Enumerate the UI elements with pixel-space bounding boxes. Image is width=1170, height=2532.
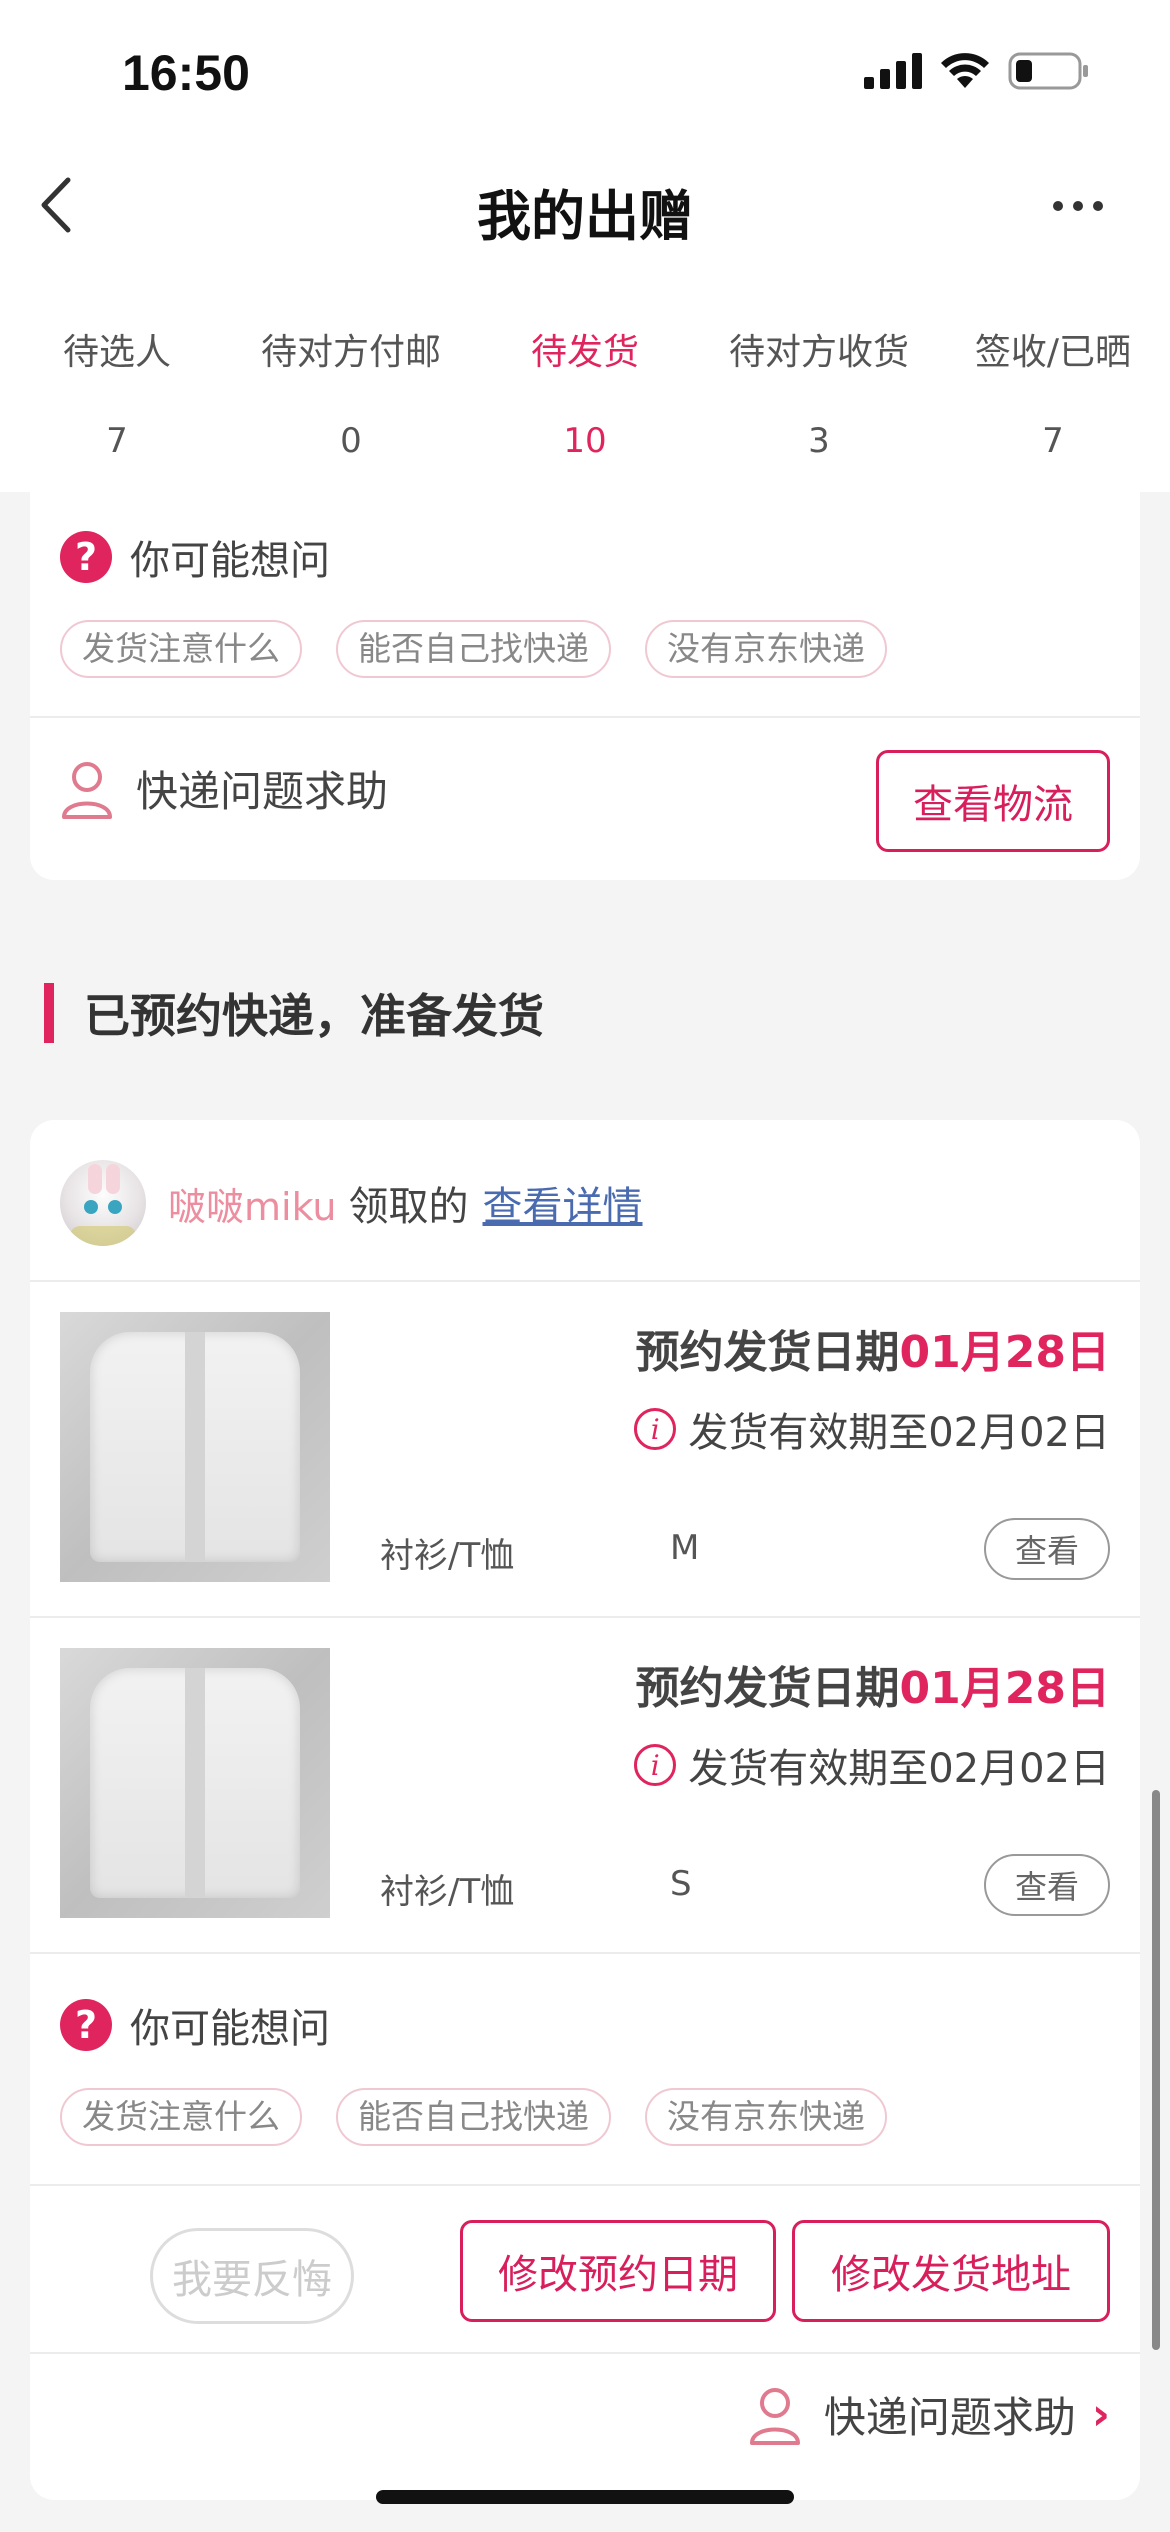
courier-help-label: 快递问题求助 [823, 2393, 1076, 2442]
faq-header: ? 你可能想问 [60, 528, 330, 586]
item-category: 衬衫/T恤 [380, 1872, 515, 1912]
ship-date: 预约发货日期01月28日 [636, 1652, 1110, 1716]
status-tabs: 待选人 7 待对方付邮 0 待发货 10 待对方收货 3 签收/已晒 7 [0, 318, 1170, 464]
change-date-button[interactable]: 修改预约日期 [460, 2220, 776, 2322]
tab-count: 7 [106, 421, 128, 461]
regret-button[interactable]: 我要反悔 [150, 2228, 354, 2324]
tab-received[interactable]: 签收/已晒 7 [936, 318, 1170, 464]
faq-title: 你可能想问 [130, 2006, 330, 2052]
scrollbar[interactable] [1152, 1790, 1160, 2350]
divider [30, 2184, 1140, 2186]
faq-header: ? 你可能想问 [60, 1996, 330, 2054]
tab-count: 7 [1042, 421, 1064, 461]
courier-help[interactable]: 快递问题求助 [60, 758, 388, 819]
faq-title: 你可能想问 [130, 538, 330, 584]
received-label: 领取的 [348, 1184, 469, 1230]
item-photo[interactable] [60, 1648, 330, 1918]
item-category: 衬衫/T恤 [380, 1536, 515, 1576]
ship-validity: i 发货有效期至02月02日 [634, 1400, 1110, 1458]
info-icon: i [634, 1408, 677, 1450]
ship-date-value: 01月28日 [899, 1327, 1110, 1378]
header: 16:50 我的出赠 待选人 7 待对方付邮 0 待发货 10 待对方收货 3 … [0, 0, 1170, 492]
item-size: S [670, 1864, 692, 1904]
info-icon: i [634, 1744, 677, 1786]
order-card: 啵啵miku 领取的 查看详情 预约发货日期01月28日 i 发货有效期至02月… [30, 1120, 1140, 2500]
courier-help-label: 快递问题求助 [136, 767, 389, 816]
view-details-link[interactable]: 查看详情 [483, 1174, 643, 1232]
tab-pending-receive[interactable]: 待对方收货 3 [702, 318, 936, 464]
question-icon: ? [60, 531, 112, 583]
ship-date-label: 预约发货日期 [635, 1327, 900, 1378]
faq-chip[interactable]: 能否自己找快递 [336, 2088, 611, 2146]
receiver-name[interactable]: 啵啵miku [168, 1176, 337, 1231]
tab-label: 签收/已晒 [974, 332, 1132, 373]
tab-count: 0 [340, 421, 362, 461]
giver-row: 啵啵miku 领取的 查看详情 [60, 1160, 643, 1246]
person-icon [749, 2387, 800, 2445]
tab-label: 待选人 [62, 332, 171, 373]
tab-pending-select[interactable]: 待选人 7 [0, 318, 234, 464]
tab-count: 3 [808, 421, 830, 461]
tab-count: 10 [563, 421, 607, 461]
item-size: M [670, 1528, 700, 1568]
section-header: 已预约快递，准备发货 [44, 980, 544, 1046]
avatar[interactable] [60, 1160, 146, 1246]
divider [30, 1952, 1140, 1954]
tab-pending-ship[interactable]: 待发货 10 [468, 318, 702, 464]
ship-validity: i 发货有效期至02月02日 [634, 1736, 1110, 1794]
faq-chip[interactable]: 发货注意什么 [60, 2088, 302, 2146]
divider [30, 716, 1140, 718]
section-accent-bar [44, 983, 54, 1043]
change-address-button[interactable]: 修改发货地址 [792, 2220, 1110, 2322]
section-title: 已预约快递，准备发货 [84, 989, 544, 1043]
list-item: 预约发货日期01月28日 i 发货有效期至02月02日 衬衫/T恤 M 查看 [30, 1282, 1140, 1616]
faq-chip[interactable]: 发货注意什么 [60, 620, 302, 678]
faq-chip[interactable]: 没有京东快递 [645, 2088, 887, 2146]
list-item: 预约发货日期01月28日 i 发货有效期至02月02日 衬衫/T恤 S 查看 [30, 1618, 1140, 1952]
view-item-button[interactable]: 查看 [984, 1854, 1110, 1916]
ship-date-label: 预约发货日期 [635, 1663, 900, 1714]
courier-help[interactable]: 快递问题求助 › [748, 2384, 1110, 2445]
divider [30, 2352, 1140, 2354]
tab-label: 待对方收货 [728, 332, 909, 373]
battery-icon [1008, 52, 1088, 90]
faq-chips: 发货注意什么 能否自己找快递 没有京东快递 [60, 620, 887, 678]
view-item-button[interactable]: 查看 [984, 1518, 1110, 1580]
faq-chip[interactable]: 没有京东快递 [645, 620, 887, 678]
tab-label: 待对方付邮 [260, 332, 441, 373]
person-icon [62, 761, 112, 819]
ship-date-value: 01月28日 [899, 1663, 1110, 1714]
item-photo[interactable] [60, 1312, 330, 1582]
wifi-icon [941, 53, 989, 88]
status-icons [864, 52, 1090, 90]
chevron-right-icon: › [1091, 2389, 1110, 2440]
signal-icon [864, 53, 922, 89]
page-title: 我的出赠 [477, 185, 693, 248]
home-indicator[interactable] [376, 2490, 794, 2504]
more-icon[interactable] [1052, 198, 1104, 214]
status-time: 16:50 [122, 45, 250, 101]
tab-pending-postage[interactable]: 待对方付邮 0 [234, 318, 468, 464]
question-icon: ? [60, 1999, 112, 2051]
view-logistics-button[interactable]: 查看物流 [876, 750, 1110, 852]
faq-chip[interactable]: 能否自己找快递 [336, 620, 611, 678]
order-card-previous: ? 你可能想问 发货注意什么 能否自己找快递 没有京东快递 快递问题求助 查看物… [30, 470, 1140, 880]
tab-label: 待发货 [530, 332, 639, 373]
ship-validity-text: 发货有效期至02月02日 [688, 1410, 1110, 1456]
ship-date: 预约发货日期01月28日 [636, 1316, 1110, 1380]
faq-chips: 发货注意什么 能否自己找快递 没有京东快递 [60, 2088, 887, 2146]
ship-validity-text: 发货有效期至02月02日 [688, 1746, 1110, 1792]
